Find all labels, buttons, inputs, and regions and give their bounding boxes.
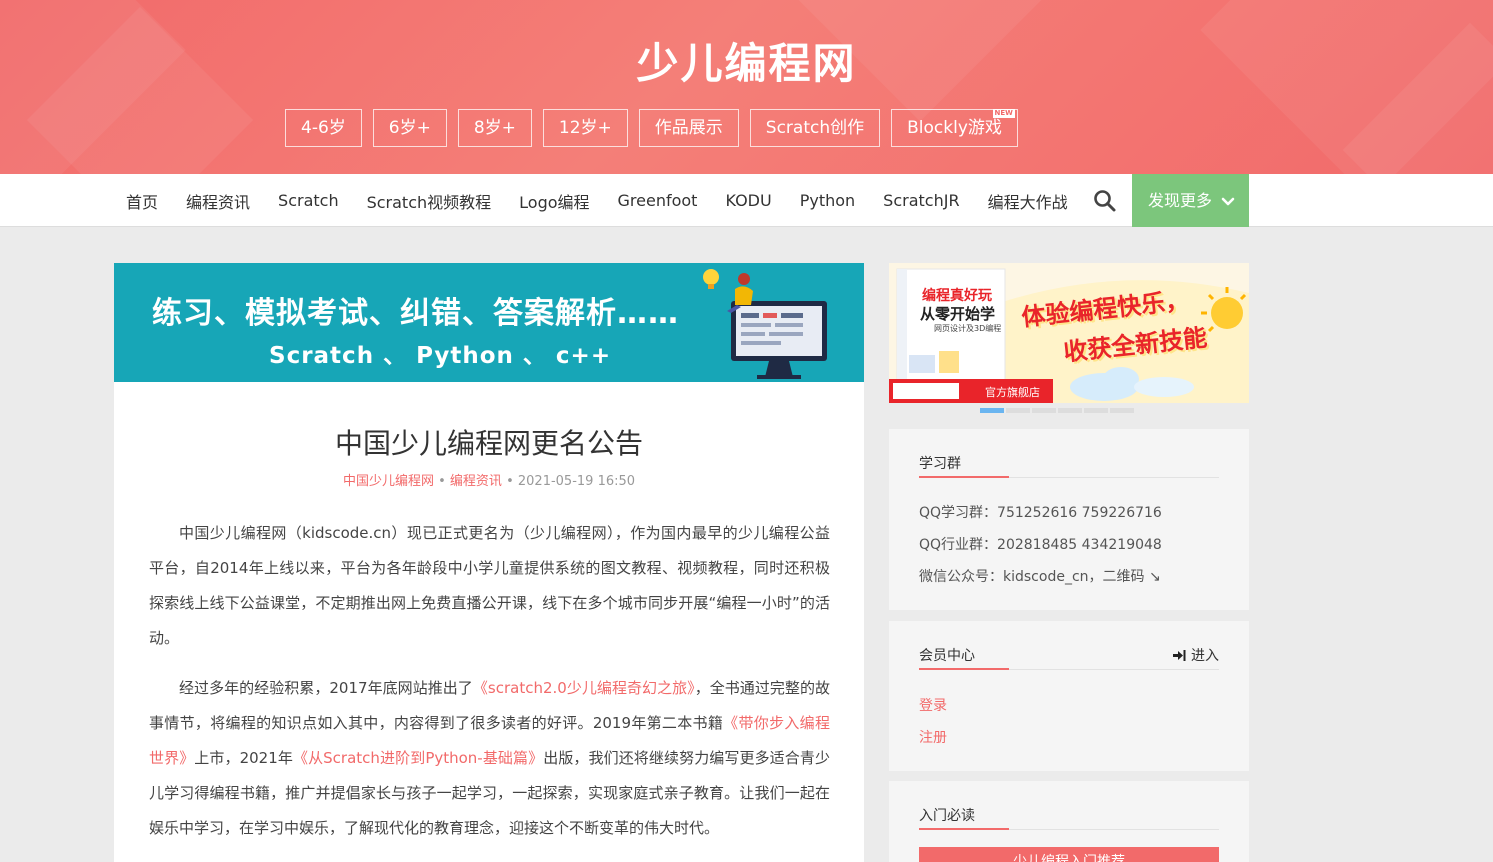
age-tab-4-6[interactable]: 4-6岁 [285, 109, 362, 147]
author-link[interactable]: 中国少儿编程网 [343, 474, 434, 489]
widget-title: 会员中心 [919, 645, 1009, 670]
article-body: 中国少儿编程网（kidscode.cn）现已正式更名为（少儿编程网），作为国内最… [149, 516, 830, 861]
paragraph-text: 上市，2021年 [194, 749, 293, 767]
nav-item-scratchjr[interactable]: ScratchJR [869, 191, 973, 210]
nav-item-news[interactable]: 编程资讯 [172, 189, 264, 213]
ad-slide-dot[interactable] [1032, 408, 1056, 413]
intro-recommend-button[interactable]: 少儿编程入门推荐 [919, 847, 1219, 862]
ad-slide-dot[interactable] [1058, 408, 1082, 413]
qq-industry-group: QQ行业群：202818485 434219048 [919, 537, 1162, 553]
book-link-scratch-to-python[interactable]: 《从Scratch进阶到Python-基础篇》 [293, 749, 543, 767]
banner-subline: Scratch 、 Python 、 c++ [269, 343, 612, 369]
meta-separator: • [506, 474, 514, 489]
nav-item-home[interactable]: 首页 [112, 189, 172, 213]
widget-title: 入门必读 [919, 805, 1009, 830]
publish-date: 2021-05-19 16:50 [517, 474, 636, 489]
widget-title: 学习群 [919, 453, 1009, 478]
category-link[interactable]: 编程资讯 [450, 474, 502, 489]
qq-study-group: QQ学习群：751252616 759226716 [919, 505, 1162, 521]
ad-slide-dot[interactable] [980, 408, 1004, 413]
age-tabs: 4-6岁 6岁+ 8岁+ 12岁+ 作品展示 Scratch创作 Blockly… [285, 109, 1018, 147]
ad-slide-dot[interactable] [1110, 408, 1134, 413]
site-title[interactable]: 少儿编程网 [0, 30, 1493, 91]
ad-store-label: 官方旗舰店 [985, 386, 1040, 399]
computer-illustration-icon [703, 269, 827, 379]
chevron-down-icon [1221, 197, 1235, 205]
tab-works-showcase[interactable]: 作品展示 [638, 109, 739, 147]
article-paragraph: 中国少儿编程网（kidscode.cn）现已正式更名为（少儿编程网），作为国内最… [149, 524, 830, 647]
intro-reading-widget: 入门必读 少儿编程入门推荐 [889, 781, 1249, 862]
age-tab-label: Blockly游戏 [907, 118, 1002, 138]
ad-book-title-2: 从零开始学 [920, 305, 996, 323]
age-tab-12[interactable]: 12岁+ [542, 109, 628, 147]
tab-scratch-create[interactable]: Scratch创作 [749, 109, 881, 147]
sidebar-ad[interactable]: 编程真好玩 从零开始学 网页设计及3D编程 体验编程快乐， 收获全新技能 官方旗… [889, 263, 1249, 403]
age-tab-label: Scratch创作 [765, 118, 865, 138]
nav-items: 首页 编程资讯 Scratch Scratch视频教程 Logo编程 Green… [112, 174, 1082, 227]
search-icon[interactable] [1092, 188, 1118, 214]
paragraph-text: 经过多年的经验积累，2017年底网站推出了 [179, 679, 473, 697]
tab-blockly-games[interactable]: Blockly游戏 NEW [891, 109, 1018, 147]
nav-item-scratch[interactable]: Scratch [264, 191, 353, 210]
sign-in-icon [1173, 650, 1186, 661]
age-tab-8[interactable]: 8岁+ [457, 109, 532, 147]
main-nav: 首页 编程资讯 Scratch Scratch视频教程 Logo编程 Green… [0, 174, 1493, 227]
nav-item-scratch-video[interactable]: Scratch视频教程 [353, 189, 506, 213]
ad-slide-dot[interactable] [1084, 408, 1108, 413]
promo-banner[interactable]: 练习、模拟考试、纠错、答案解析…… Scratch 、 Python 、 c++ [114, 263, 864, 382]
register-link[interactable]: 注册 [919, 727, 947, 747]
article: 中国少儿编程网更名公告 中国少儿编程网 • 编程资讯 • 2021-05-19 … [114, 382, 864, 862]
nav-item-python[interactable]: Python [786, 191, 869, 210]
discover-more-label: 发现更多 [1148, 191, 1213, 210]
age-tab-label: 8岁+ [473, 118, 516, 138]
meta-separator: • [438, 474, 446, 489]
article-meta: 中国少儿编程网 • 编程资讯 • 2021-05-19 16:50 [114, 470, 864, 489]
banner-headline: 练习、模拟考试、纠错、答案解析…… [152, 296, 679, 331]
age-tab-label: 4-6岁 [301, 118, 346, 138]
enter-label: 进入 [1191, 648, 1219, 664]
article-paragraph: 经过多年的经验积累，2017年底网站推出了《scratch2.0少儿编程奇幻之旅… [149, 671, 830, 846]
ad-slider-dots [980, 408, 1134, 413]
member-center-widget: 会员中心 进入 登录 注册 [889, 621, 1249, 771]
nav-item-coding-battle[interactable]: 编程大作战 [974, 189, 1082, 213]
nav-item-logo[interactable]: Logo编程 [505, 189, 603, 213]
article-title: 中国少儿编程网更名公告 [334, 427, 643, 460]
login-link[interactable]: 登录 [919, 695, 947, 715]
book-link-scratch2[interactable]: 《scratch2.0少儿编程奇幻之旅》 [473, 679, 695, 697]
nav-item-kodu[interactable]: KODU [711, 191, 785, 210]
widget-header: 入门必读 [919, 805, 1219, 830]
age-tab-label: 6岁+ [388, 118, 431, 138]
ad-slide-dot[interactable] [1006, 408, 1030, 413]
age-tab-label: 12岁+ [558, 118, 612, 138]
nav-item-greenfoot[interactable]: Greenfoot [604, 191, 712, 210]
study-group-widget: 学习群 QQ学习群：751252616 759226716 QQ行业群：2028… [889, 429, 1249, 610]
site-header: 少儿编程网 4-6岁 6岁+ 8岁+ 12岁+ 作品展示 Scratch创作 B… [0, 0, 1493, 174]
age-tab-6[interactable]: 6岁+ [372, 109, 447, 147]
widget-header: 会员中心 进入 [919, 645, 1219, 670]
discover-more-button[interactable]: 发现更多 [1132, 174, 1249, 227]
enter-link[interactable]: 进入 [1172, 645, 1219, 665]
ad-book-title-1: 编程真好玩 [922, 288, 992, 304]
age-tab-label: 作品展示 [654, 118, 723, 138]
wechat-account[interactable]: 微信公众号：kidscode_cn，二维码 ↘ [919, 566, 1161, 586]
ad-book-subtitle: 网页设计及3D编程 [934, 324, 1002, 333]
new-badge: NEW [992, 109, 1015, 118]
widget-header: 学习群 [919, 453, 1219, 478]
